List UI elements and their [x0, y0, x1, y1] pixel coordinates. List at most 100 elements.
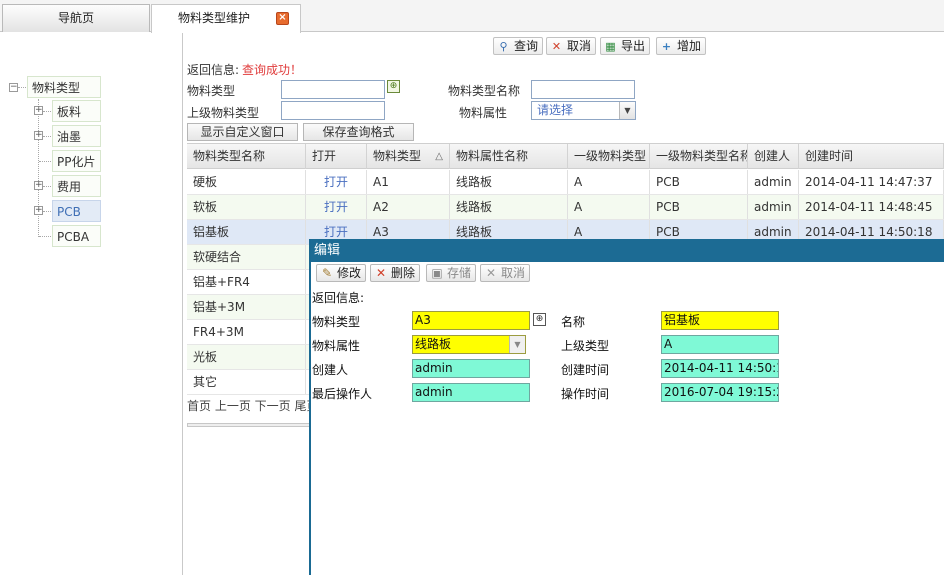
col-header-level1-type[interactable]: 一级物料类型 [568, 144, 650, 169]
open-link[interactable]: 打开 [306, 195, 367, 219]
table-cell: 线路板 [450, 195, 568, 219]
material-type-input[interactable] [281, 80, 385, 99]
col-header-creator[interactable]: 创建人 [748, 144, 799, 169]
horizontal-scrollbar[interactable] [187, 423, 312, 427]
show-custom-window-button[interactable]: 显示自定义窗口 [187, 123, 298, 141]
table-row[interactable]: 硬板 打开 A1 线路板 A PCB admin 2014-04-11 14:47:37 [187, 170, 944, 195]
cancel-button-label: 取消 [567, 39, 592, 53]
col-header-type-label: 物料类型 [373, 149, 422, 163]
open-link[interactable]: 打开 [306, 170, 367, 194]
delete-button[interactable]: ✕ 删除 [370, 264, 421, 282]
delete-icon: ✕ [375, 266, 387, 280]
col-header-type[interactable]: 物料类型 △ [367, 144, 450, 169]
table-cell: FR4+3M [187, 320, 306, 344]
parent-type-input[interactable] [281, 101, 385, 120]
tree-item-pcb[interactable]: PCB [52, 200, 101, 222]
dialog-modified-field[interactable]: 2016-07-04 19:15:28 [661, 383, 779, 402]
expand-icon[interactable]: + [34, 181, 43, 190]
material-type-tree: − 物料类型 + 板料 + 油墨 PP化片 + 费用 + PCB PCBA [0, 33, 183, 575]
material-attr-select-value: 请选择 [537, 103, 574, 117]
material-type-name-input[interactable] [531, 80, 635, 99]
edit-dialog: 编辑 ✎ 修改 ✕ 删除 ▣ 存储 ✕ 取消 返回信息: 物料类型 A3 ⊕ 名… [309, 239, 944, 575]
tree-root[interactable]: 物料类型 [27, 76, 101, 98]
edit-button[interactable]: ✎ 修改 [316, 264, 367, 282]
collapse-icon[interactable]: − [9, 83, 18, 92]
dialog-modifier-label: 最后操作人 [312, 387, 373, 401]
edit-button-label: 修改 [337, 266, 362, 280]
tab-home[interactable]: 导航页 [2, 4, 150, 32]
tab-material-type-label: 物料类型维护 [178, 11, 251, 25]
add-button[interactable]: + 增加 [656, 37, 707, 55]
pager[interactable]: 首页 上一页 下一页 尾页 [187, 397, 318, 414]
table-cell: PCB [650, 170, 748, 194]
save-button[interactable]: ▣ 存储 [426, 264, 477, 282]
save-query-format-button[interactable]: 保存查询格式 [303, 123, 414, 141]
query-button-label: 查询 [514, 39, 539, 53]
cancel-button[interactable]: ✕ 取消 [546, 37, 597, 55]
col-header-open[interactable]: 打开 [306, 144, 367, 169]
dialog-return-info-label: 返回信息: [312, 291, 365, 305]
edit-icon: ✎ [321, 266, 333, 280]
table-cell: 光板 [187, 345, 306, 369]
dialog-name-label: 名称 [561, 315, 586, 329]
table-cell: admin [748, 195, 799, 219]
tree-item-板料[interactable]: 板料 [52, 100, 101, 122]
save-icon: ▣ [431, 266, 443, 280]
dialog-type-label: 物料类型 [312, 315, 361, 329]
parent-type-label: 上级物料类型 [187, 106, 260, 120]
tab-bar: 导航页 物料类型维护 × [0, 0, 944, 33]
dialog-modified-label: 操作时间 [561, 387, 610, 401]
dialog-creator-label: 创建人 [312, 363, 349, 377]
chevron-down-icon: ▼ [619, 102, 635, 119]
col-header-name[interactable]: 物料类型名称 [187, 144, 306, 169]
return-info-label: 返回信息: [187, 63, 240, 77]
tree-item-油墨[interactable]: 油墨 [52, 125, 101, 147]
table-cell: 2014-04-11 14:48:45 [799, 195, 944, 219]
table-cell: A [568, 195, 650, 219]
dialog-name-field[interactable]: 铝基板 [661, 311, 779, 330]
cancel-icon: ✕ [551, 40, 562, 53]
table-cell: A2 [367, 195, 450, 219]
grid-header: 物料类型名称 打开 物料类型 △ 物料属性名称 一级物料类型 一级物料类型名称 … [187, 143, 944, 169]
dialog-modifier-field[interactable]: admin [412, 383, 530, 402]
dialog-parent-label: 上级类型 [561, 339, 610, 353]
table-cell: 硬板 [187, 170, 306, 194]
expand-icon[interactable]: + [34, 106, 43, 115]
excel-icon: ▦ [605, 40, 616, 53]
table-cell: 铝基+FR4 [187, 270, 306, 294]
dialog-cancel-button-label: 取消 [501, 266, 526, 280]
dialog-attr-select[interactable]: 线路板 ▼ [412, 335, 526, 354]
material-type-label: 物料类型 [187, 84, 236, 98]
export-button[interactable]: ▦ 导出 [600, 37, 651, 55]
col-header-attr-name[interactable]: 物料属性名称 [450, 144, 568, 169]
col-header-level1-name[interactable]: 一级物料类型名称 [650, 144, 748, 169]
dialog-attr-label: 物料属性 [312, 339, 361, 353]
dialog-cancel-button[interactable]: ✕ 取消 [480, 264, 531, 282]
tab-material-type[interactable]: 物料类型维护 × [151, 4, 301, 33]
lookup-icon[interactable]: ⊕ [387, 80, 400, 93]
material-attr-label: 物料属性 [459, 106, 508, 120]
edit-dialog-title[interactable]: 编辑 [311, 239, 944, 262]
save-button-label: 存储 [447, 266, 472, 280]
table-row[interactable]: 软板 打开 A2 线路板 A PCB admin 2014-04-11 14:48:45 [187, 195, 944, 220]
table-cell: 线路板 [450, 170, 568, 194]
delete-button-label: 删除 [391, 266, 416, 280]
material-attr-select[interactable]: 请选择 ▼ [531, 101, 636, 120]
expand-icon[interactable]: + [34, 206, 43, 215]
dialog-attr-select-value: 线路板 [415, 337, 452, 351]
close-icon[interactable]: × [276, 12, 289, 25]
tree-item-pp化片[interactable]: PP化片 [52, 150, 101, 172]
dialog-type-field[interactable]: A3 [412, 311, 530, 330]
table-cell: 软板 [187, 195, 306, 219]
dialog-parent-field[interactable]: A [661, 335, 779, 354]
query-button[interactable]: ⚲ 查询 [493, 37, 544, 55]
tree-item-费用[interactable]: 费用 [52, 175, 101, 197]
tree-item-pcba[interactable]: PCBA [52, 225, 101, 247]
table-cell: 软硬结合 [187, 245, 306, 269]
expand-icon[interactable]: + [34, 131, 43, 140]
lookup-icon[interactable]: ⊕ [533, 313, 546, 326]
col-header-created-time[interactable]: 创建时间 [799, 144, 944, 169]
dialog-created-field[interactable]: 2014-04-11 14:50:18 [661, 359, 779, 378]
table-cell: 2014-04-11 14:47:37 [799, 170, 944, 194]
dialog-creator-field[interactable]: admin [412, 359, 530, 378]
